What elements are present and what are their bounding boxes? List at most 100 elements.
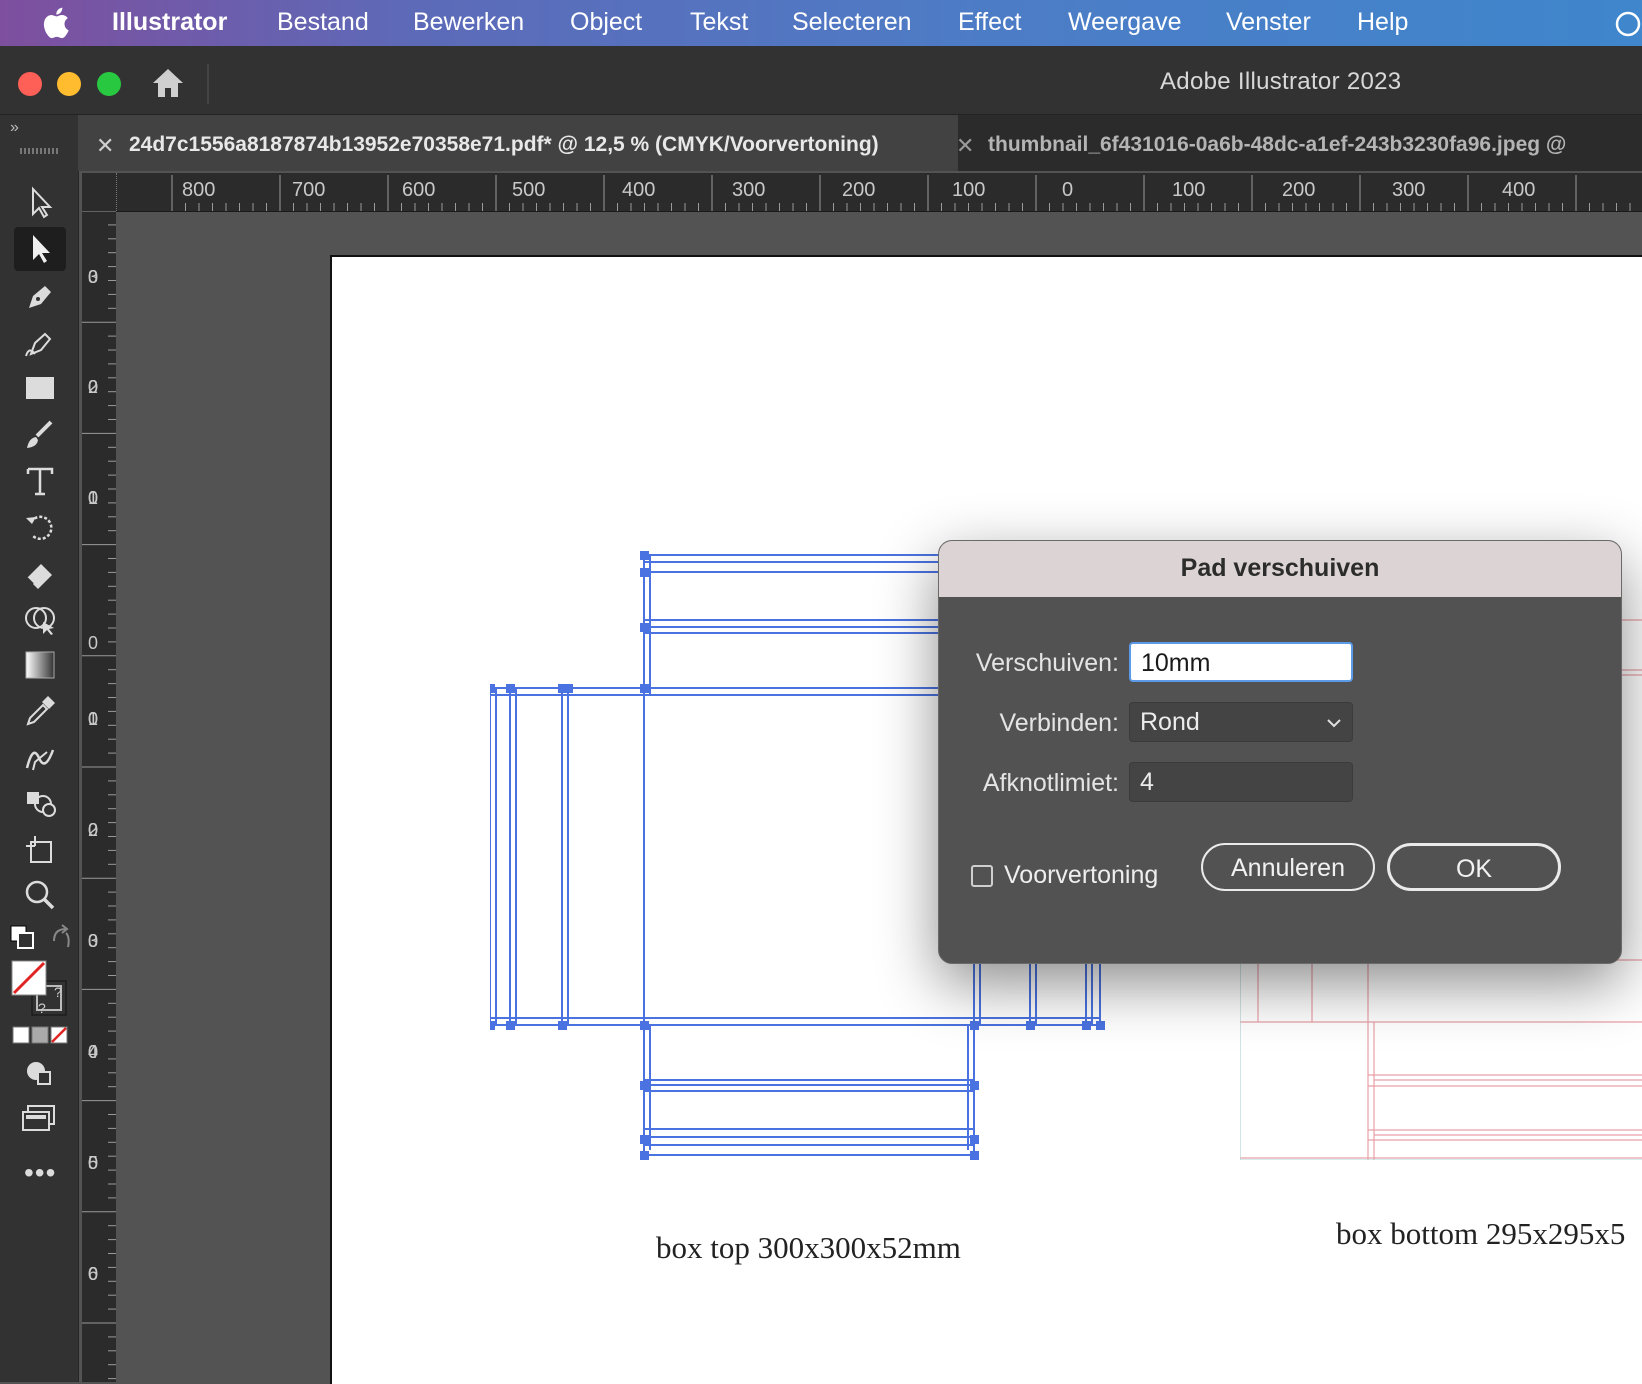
close-tab-2-icon[interactable]: ✕ — [956, 133, 974, 159]
window-title: Adobe Illustrator 2023 — [1160, 68, 1402, 95]
rotate-icon — [26, 515, 53, 541]
blend-icon — [25, 749, 55, 771]
ruler-digit: 0 — [87, 931, 98, 951]
type-tool[interactable] — [14, 459, 66, 503]
ruler-digit: 0 — [87, 1042, 98, 1062]
ruler-digit: 0 — [87, 820, 98, 840]
ruler-label: 700 — [292, 179, 326, 201]
caption-box-top: box top 300x300x52mm — [656, 1230, 961, 1265]
menu-object[interactable]: Object — [570, 8, 642, 37]
ruler-digit: 0 — [87, 709, 98, 729]
minimize-window-button[interactable] — [57, 72, 81, 96]
menu-app-name[interactable]: Illustrator — [112, 8, 227, 37]
draw-mode-icon[interactable] — [24, 1058, 54, 1088]
chevron-down-icon — [1327, 719, 1341, 728]
paintbrush-tool[interactable] — [14, 413, 66, 457]
menu-tekst[interactable]: Tekst — [690, 8, 748, 37]
magnifier-icon — [25, 880, 55, 910]
ruler-label: 200 — [1282, 179, 1316, 201]
cancel-button[interactable]: Annuleren — [1201, 843, 1375, 891]
join-select-value: Rond — [1140, 708, 1200, 736]
tab-label-inactive[interactable]: thumbnail_6f431016-0a6b-48dc-a1ef-243b32… — [988, 133, 1566, 157]
curvature-tool[interactable] — [14, 321, 66, 365]
ruler-label: 300 — [732, 179, 766, 201]
ruler-label: 600 — [402, 179, 436, 201]
zoom-tool[interactable] — [14, 873, 66, 917]
tab-label-active[interactable]: 24d7c1556a8187874b13952e70358e71.pdf* @ … — [129, 133, 879, 157]
selection-arrow-icon — [32, 186, 53, 219]
eyedropper-tool[interactable] — [14, 689, 66, 733]
ruler-label: 400 — [622, 179, 656, 201]
rotate-tool[interactable] — [14, 505, 66, 549]
eyedropper-icon — [26, 696, 55, 726]
artboard-tool[interactable] — [14, 827, 66, 871]
ruler-digit: 0 — [87, 488, 98, 508]
eraser-icon — [26, 564, 52, 589]
paintbrush-icon — [27, 420, 53, 448]
horizontal-ruler[interactable]: 800 700 600 500 400 300 200 100 0 100 20… — [82, 173, 1642, 212]
svg-text:?: ? — [54, 984, 62, 1000]
eraser-tool[interactable] — [14, 551, 66, 595]
default-fill-stroke-icon[interactable] — [8, 923, 38, 953]
selection-tool[interactable] — [14, 181, 66, 225]
symbol-sprayer-tool[interactable] — [14, 781, 66, 825]
fill-stroke-swatch-icon[interactable]: ? ? — [10, 959, 70, 1019]
miter-limit-input[interactable]: 4 — [1129, 762, 1353, 802]
direct-selection-tool[interactable] — [14, 227, 66, 271]
caption-box-bottom: box bottom 295x295x5 — [1336, 1216, 1626, 1251]
menu-bestand[interactable]: Bestand — [277, 8, 369, 37]
apple-icon[interactable] — [40, 6, 70, 40]
shape-builder-tool[interactable] — [14, 597, 66, 641]
ruler-label: 100 — [952, 179, 986, 201]
offset-input[interactable]: 10mm — [1129, 642, 1353, 682]
pen-tool[interactable] — [14, 275, 66, 319]
ruler-label: 300 — [1392, 179, 1426, 201]
type-t-icon — [26, 467, 54, 496]
ruler-label: 500 — [512, 179, 546, 201]
screen-mode-icon[interactable] — [20, 1103, 58, 1133]
gradient-icon — [25, 651, 55, 679]
swap-fill-stroke-icon[interactable] — [50, 923, 74, 951]
rectangle-icon — [26, 377, 54, 399]
collapse-panel-icon[interactable]: » — [10, 119, 19, 137]
menu-weergave[interactable]: Weergave — [1068, 8, 1182, 37]
ruler-digit: 0 — [87, 267, 98, 287]
menu-venster[interactable]: Venster — [1226, 8, 1311, 37]
preview-checkbox[interactable] — [971, 865, 993, 887]
ruler-label: 100 — [1172, 179, 1206, 201]
titlebar-divider — [207, 64, 209, 104]
direct-selection-arrow-icon — [33, 235, 50, 263]
menu-selecteren[interactable]: Selecteren — [792, 8, 912, 37]
gradient-tool[interactable] — [14, 643, 66, 687]
tools-panel: » ? ? ••• — [0, 115, 79, 1382]
menu-help[interactable]: Help — [1357, 8, 1408, 37]
ruler-digit: 0 — [87, 1153, 98, 1173]
color-mode-icons[interactable] — [12, 1025, 68, 1045]
offset-path-dialog: Pad verschuiven Verschuiven: 10mm Verbin… — [938, 540, 1622, 964]
close-tab-icon[interactable]: ✕ — [96, 133, 114, 159]
pen-icon — [29, 286, 51, 308]
join-select[interactable]: Rond — [1129, 702, 1353, 742]
preview-label[interactable]: Voorvertoning — [1004, 861, 1158, 890]
curvature-pen-icon — [25, 332, 52, 357]
offset-label: Verschuiven: — [975, 649, 1119, 677]
more-tools-icon[interactable]: ••• — [24, 1157, 56, 1189]
rectangle-tool[interactable] — [14, 367, 66, 411]
zoom-window-button[interactable] — [97, 72, 121, 96]
join-label: Verbinden: — [999, 709, 1119, 737]
menu-effect[interactable]: Effect — [958, 8, 1021, 37]
blend-tool[interactable] — [14, 735, 66, 779]
control-center-icon[interactable] — [1614, 10, 1642, 38]
ruler-label: 800 — [182, 179, 216, 201]
ok-button[interactable]: OK — [1387, 843, 1561, 891]
ruler-label: 200 — [842, 179, 876, 201]
ruler-digit: 0 — [87, 377, 98, 397]
ruler-label: 400 — [1502, 179, 1536, 201]
svg-text:?: ? — [38, 1000, 46, 1016]
vertical-ruler[interactable]: 300 200 100 0 100 200 300 400 500 600 — [82, 211, 116, 1382]
home-icon[interactable] — [150, 66, 186, 100]
close-window-button[interactable] — [18, 72, 42, 96]
panel-grip[interactable] — [20, 148, 60, 154]
shape-builder-icon — [25, 607, 55, 635]
menu-bewerken[interactable]: Bewerken — [413, 8, 524, 37]
